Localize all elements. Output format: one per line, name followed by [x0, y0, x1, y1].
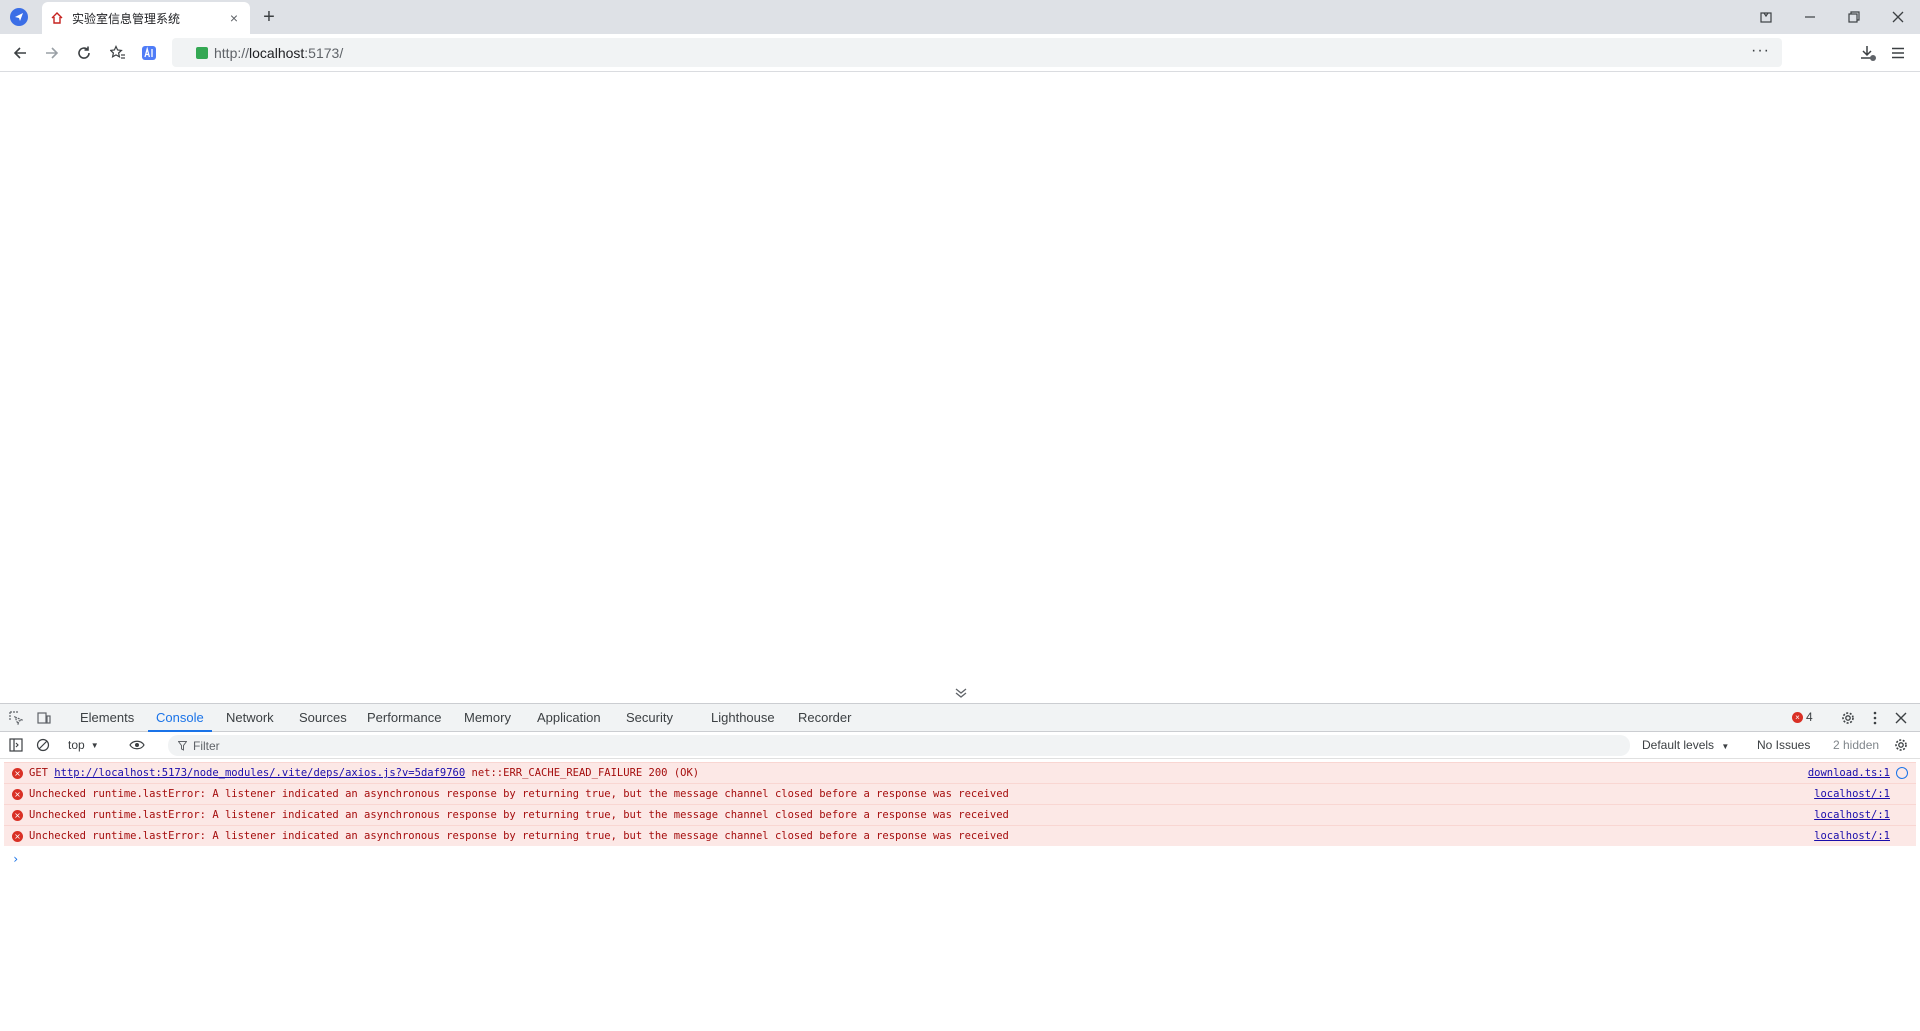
error-icon: ×	[12, 767, 23, 779]
tab-close-icon[interactable]: ×	[226, 10, 242, 26]
context-select-value: top	[68, 738, 85, 752]
tab-recorder[interactable]: Recorder	[790, 704, 859, 732]
message-source-link[interactable]: download.ts:1	[1808, 767, 1890, 779]
filter-funnel-icon	[178, 740, 187, 751]
tab-performance[interactable]: Performance	[359, 704, 449, 732]
bookmarks-icon[interactable]	[106, 41, 130, 65]
tab-memory[interactable]: Memory	[456, 704, 519, 732]
tab-title: 实验室信息管理系统	[72, 11, 181, 26]
back-button[interactable]	[8, 41, 32, 65]
context-select[interactable]: top ▼	[68, 736, 99, 754]
downloads-icon[interactable]	[1856, 41, 1880, 65]
issues-button[interactable]: No Issues	[1757, 738, 1810, 752]
filter-placeholder: Filter	[193, 738, 220, 753]
filter-input[interactable]: Filter	[168, 735, 1630, 756]
chevron-down-icon: ▼	[1721, 742, 1730, 751]
message-prefix: GET	[29, 767, 55, 779]
tab-sources[interactable]: Sources	[291, 704, 355, 732]
log-levels-dropdown[interactable]: Default levels ▼	[1642, 738, 1729, 752]
tab-security[interactable]: Security	[618, 704, 681, 732]
restore-button[interactable]	[1840, 4, 1868, 30]
devtools-tab-bar: Elements Console Network Sources Perform…	[0, 704, 1920, 732]
live-expression-eye-icon[interactable]	[128, 736, 146, 754]
error-icon: ×	[12, 809, 23, 821]
close-devtools-icon[interactable]	[1892, 709, 1910, 727]
chevron-down-icon: ▼	[90, 740, 99, 750]
reload-button[interactable]	[72, 41, 96, 65]
collapse-chevron-icon[interactable]	[950, 682, 972, 704]
site-security-icon[interactable]	[196, 47, 208, 59]
devtools-panel: Elements Console Network Sources Perform…	[0, 703, 1920, 1031]
error-icon: ×	[1792, 711, 1803, 723]
message-source-link[interactable]: localhost/:1	[1814, 809, 1890, 821]
tab-search-icon[interactable]	[1752, 4, 1780, 30]
console-error-message[interactable]: × Unchecked runtime.lastError: A listene…	[4, 804, 1916, 825]
tab-network[interactable]: Network	[218, 704, 282, 732]
tab-strip: 实验室信息管理系统 × +	[0, 0, 1920, 34]
settings-gear-icon[interactable]	[1839, 709, 1857, 727]
message-source-link[interactable]: localhost/:1	[1814, 830, 1890, 842]
page-actions-more-icon[interactable]: ···	[1751, 42, 1770, 60]
message-text: net::ERR_CACHE_READ_FAILURE 200 (OK)	[465, 767, 700, 779]
address-bar[interactable]: http://localhost:5173/ ···	[172, 38, 1782, 67]
message-text: Unchecked runtime.lastError: A listener …	[29, 788, 1009, 800]
console-error-message[interactable]: × Unchecked runtime.lastError: A listene…	[4, 825, 1916, 846]
page-viewport	[0, 72, 1920, 702]
home-icon	[50, 10, 66, 26]
clear-console-icon[interactable]	[34, 736, 52, 754]
message-source-link[interactable]: localhost/:1	[1814, 788, 1890, 800]
error-icon: ×	[12, 830, 23, 842]
browser-tab[interactable]: 实验室信息管理系统 ×	[42, 2, 250, 34]
log-levels-label: Default levels	[1642, 738, 1715, 752]
browser-toolbar: http://localhost:5173/ ···	[0, 34, 1920, 72]
tab-lighthouse[interactable]: Lighthouse	[703, 704, 783, 732]
console-settings-gear-icon[interactable]	[1892, 736, 1910, 754]
tab-elements[interactable]: Elements	[72, 704, 142, 732]
sidebar-toggle-icon[interactable]	[7, 736, 25, 754]
hidden-messages-count: 2 hidden	[1833, 738, 1880, 752]
console-error-message[interactable]: × GET http://localhost:5173/node_modules…	[4, 762, 1916, 783]
device-toolbar-icon[interactable]	[35, 709, 53, 727]
console-prompt[interactable]: ›	[12, 852, 1920, 866]
main-menu-icon[interactable]	[1886, 41, 1910, 65]
message-text: Unchecked runtime.lastError: A listener …	[29, 809, 1009, 821]
forward-button[interactable]	[40, 41, 64, 65]
error-count-badge[interactable]: × 4	[1792, 710, 1813, 724]
console-toolbar: top ▼ Filter Default levels ▼ No Issues …	[0, 732, 1920, 759]
message-text: Unchecked runtime.lastError: A listener …	[29, 830, 1009, 842]
tab-console[interactable]: Console	[148, 704, 212, 732]
more-options-icon[interactable]	[1866, 709, 1884, 727]
browser-logo-icon[interactable]	[10, 8, 28, 26]
network-request-icon[interactable]	[1896, 767, 1908, 779]
ai-assistant-icon[interactable]	[137, 41, 161, 65]
address-url: http://localhost:5173/	[214, 44, 344, 61]
minimize-button[interactable]	[1796, 4, 1824, 30]
console-error-message[interactable]: × Unchecked runtime.lastError: A listene…	[4, 783, 1916, 804]
inspect-element-icon[interactable]	[7, 709, 25, 727]
tab-application[interactable]: Application	[529, 704, 609, 732]
close-window-button[interactable]	[1884, 4, 1912, 30]
error-icon: ×	[12, 788, 23, 800]
request-url-link[interactable]: http://localhost:5173/node_modules/.vite…	[54, 767, 465, 779]
new-tab-button[interactable]: +	[258, 6, 280, 28]
console-messages: × GET http://localhost:5173/node_modules…	[0, 762, 1920, 866]
error-count: 4	[1806, 710, 1813, 724]
